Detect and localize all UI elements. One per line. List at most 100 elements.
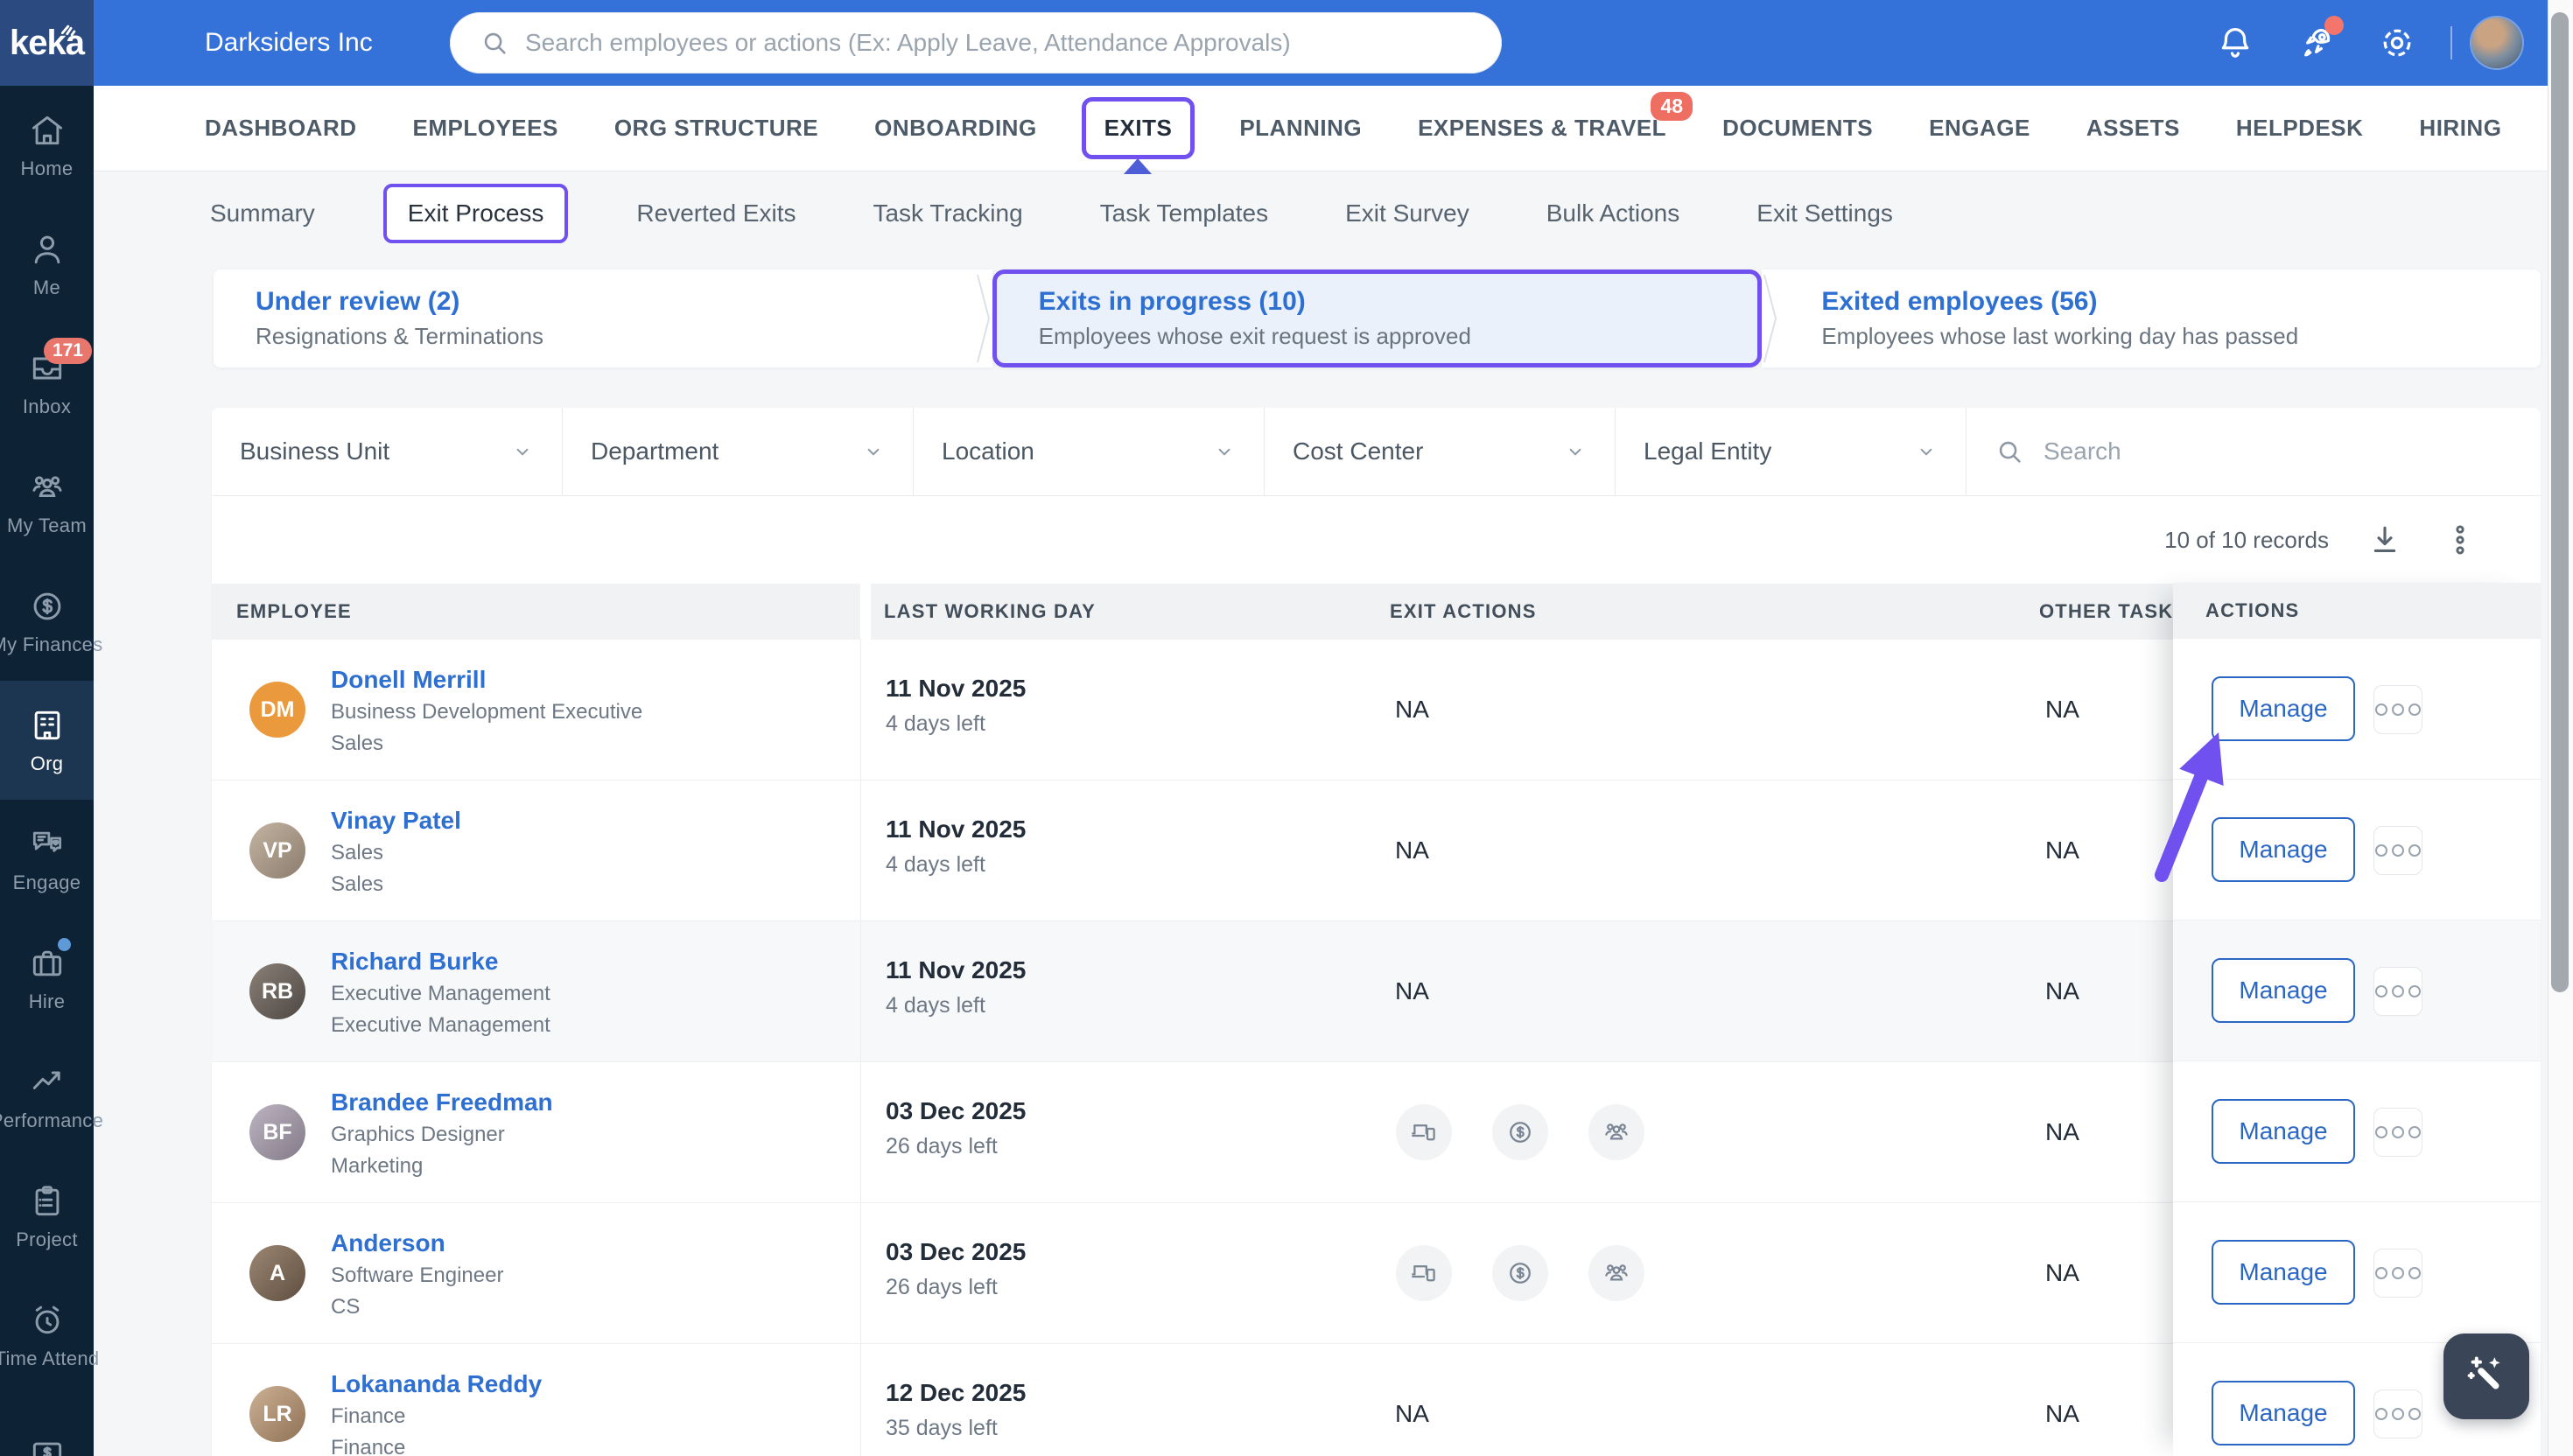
sidebar-item-label: Engage (13, 872, 81, 894)
search-icon (480, 28, 509, 58)
scrollbar-thumb[interactable] (2551, 12, 2569, 992)
actions-column: ACTIONS Manage Manage Manage Manage Mana… (2173, 583, 2541, 1456)
tab-helpdesk[interactable]: HELPDESK (2236, 115, 2364, 142)
tab-expenses-travel-label: EXPENSES & TRAVEL (1418, 115, 1666, 141)
sidebar-item-inbox[interactable]: Inbox 171 (0, 324, 94, 443)
filter-legal-entity[interactable]: Legal Entity (1616, 408, 1967, 495)
tab-onboarding[interactable]: ONBOARDING (874, 115, 1037, 142)
subtab-exit-process[interactable]: Exit Process (392, 196, 560, 231)
subtab-reverted-exits[interactable]: Reverted Exits (636, 200, 796, 228)
devices-icon[interactable] (1396, 1104, 1452, 1160)
filter-location[interactable]: Location (914, 408, 1265, 495)
employee-name-link[interactable]: Richard Burke (331, 948, 498, 976)
sidebar-item-org[interactable]: Org (0, 681, 94, 800)
manage-button[interactable]: Manage (2212, 1099, 2355, 1164)
tab-engage[interactable]: ENGAGE (1929, 115, 2030, 142)
manage-button[interactable]: Manage (2212, 1381, 2355, 1446)
tab-org-structure[interactable]: ORG STRUCTURE (614, 115, 818, 142)
global-search-input[interactable] (523, 28, 1486, 58)
tab-assets[interactable]: ASSETS (2086, 115, 2180, 142)
table-search[interactable] (1967, 408, 2541, 495)
download-icon[interactable] (2366, 521, 2404, 559)
employee-name-link[interactable]: Donell Merrill (331, 666, 486, 694)
table-search-input[interactable] (2042, 437, 2513, 466)
sidebar-item-performance[interactable]: Performance (0, 1038, 94, 1157)
stage-card-under-review[interactable]: Under review (2) Resignations & Terminat… (214, 270, 975, 368)
exit-process-panel: Business Unit Department Location Cost C… (212, 408, 2541, 1456)
kebab-horizontal-icon[interactable] (2373, 1108, 2422, 1157)
global-search[interactable] (450, 12, 1502, 74)
subtab-task-templates[interactable]: Task Templates (1100, 200, 1268, 228)
sidebar-item-me[interactable]: Me (0, 205, 94, 324)
stage-card-exited-employees[interactable]: Exited employees (56) Employees whose la… (1779, 270, 2541, 368)
keka-logo[interactable]: keka (0, 0, 94, 86)
tab-exits[interactable]: EXITS (1093, 110, 1184, 146)
subtab-exit-survey[interactable]: Exit Survey (1345, 200, 1469, 228)
rocket-icon[interactable] (2296, 23, 2337, 63)
sidebar-item-hire[interactable]: Hire (0, 919, 94, 1038)
subtab-exit-settings[interactable]: Exit Settings (1756, 200, 1893, 228)
kebab-vertical-icon[interactable] (2441, 521, 2479, 559)
manage-button[interactable]: Manage (2212, 817, 2355, 882)
tab-planning[interactable]: PLANNING (1239, 115, 1362, 142)
engage-icon (28, 825, 67, 864)
chevron-down-icon (1915, 440, 1938, 463)
tab-expenses-travel[interactable]: EXPENSES & TRAVEL 48 (1418, 115, 1666, 142)
payout-icon[interactable] (1492, 1245, 1548, 1301)
kebab-horizontal-icon[interactable] (2373, 1390, 2422, 1438)
filter-label: Department (591, 438, 719, 466)
tab-documents[interactable]: DOCUMENTS (1722, 115, 1873, 142)
employee-department: Sales (331, 872, 383, 897)
manage-button[interactable]: Manage (2212, 1240, 2355, 1305)
time-attend-icon (28, 1301, 67, 1340)
people-icon[interactable] (1588, 1104, 1644, 1160)
tab-employees[interactable]: EMPLOYEES (413, 115, 558, 142)
stage-card-exits-in-progress[interactable]: Exits in progress (10) Employees whose e… (992, 270, 1763, 368)
filter-department[interactable]: Department (563, 408, 914, 495)
sidebar-item-time-attend[interactable]: Time Attend (0, 1276, 94, 1395)
other-tasks-value: NA (2045, 1118, 2079, 1146)
sidebar-item-my-team[interactable]: My Team (0, 443, 94, 562)
people-icon[interactable] (1588, 1245, 1644, 1301)
filter-label: Business Unit (240, 438, 389, 466)
subtab-task-tracking[interactable]: Task Tracking (873, 200, 1022, 228)
gear-icon[interactable] (2377, 23, 2417, 63)
employee-name-link[interactable]: Lokananda Reddy (331, 1370, 542, 1398)
employee-department: Finance (331, 1436, 405, 1456)
sidebar-item-home[interactable]: Home (0, 86, 94, 205)
payout-icon[interactable] (1492, 1104, 1548, 1160)
exit-action-buttons (1396, 1104, 1644, 1160)
employee-name-link[interactable]: Anderson (331, 1229, 445, 1257)
payroll-icon (28, 1435, 67, 1456)
employee-department: CS (331, 1295, 360, 1320)
kebab-horizontal-icon[interactable] (2373, 1249, 2422, 1298)
user-avatar[interactable] (2471, 18, 2522, 68)
manage-button[interactable]: Manage (2212, 958, 2355, 1023)
bell-icon[interactable] (2215, 23, 2255, 63)
sidebar-item-project[interactable]: Project (0, 1157, 94, 1276)
employee-title: Finance (331, 1404, 405, 1429)
search-icon (1995, 437, 2024, 466)
sidebar-item-engage[interactable]: Engage (0, 800, 94, 919)
other-tasks-value: NA (2045, 696, 2079, 724)
devices-icon[interactable] (1396, 1245, 1452, 1301)
sidebar-item-payroll-partial[interactable] (0, 1395, 94, 1456)
filter-business-unit[interactable]: Business Unit (212, 408, 563, 495)
kebab-horizontal-icon[interactable] (2373, 685, 2422, 734)
subtab-summary[interactable]: Summary (210, 200, 315, 228)
tab-hiring[interactable]: HIRING (2419, 115, 2501, 142)
filter-cost-center[interactable]: Cost Center (1265, 408, 1616, 495)
kebab-horizontal-icon[interactable] (2373, 967, 2422, 1016)
tab-dashboard[interactable]: DASHBOARD (205, 115, 357, 142)
sidebar: Home Me Inbox 171 My Team My Finances Or… (0, 86, 94, 1456)
employee-name-link[interactable]: Brandee Freedman (331, 1088, 553, 1116)
kebab-horizontal-icon[interactable] (2373, 826, 2422, 875)
chevron-down-icon (1564, 440, 1587, 463)
magic-wand-button[interactable] (2443, 1334, 2529, 1419)
stage-title: Exits in progress (10) (1039, 287, 1758, 317)
employee-name-link[interactable]: Vinay Patel (331, 807, 461, 835)
sidebar-item-my-finances[interactable]: My Finances (0, 562, 94, 681)
scrollbar[interactable] (2548, 0, 2573, 1456)
subtab-bulk-actions[interactable]: Bulk Actions (1546, 200, 1680, 228)
manage-button[interactable]: Manage (2212, 676, 2355, 741)
